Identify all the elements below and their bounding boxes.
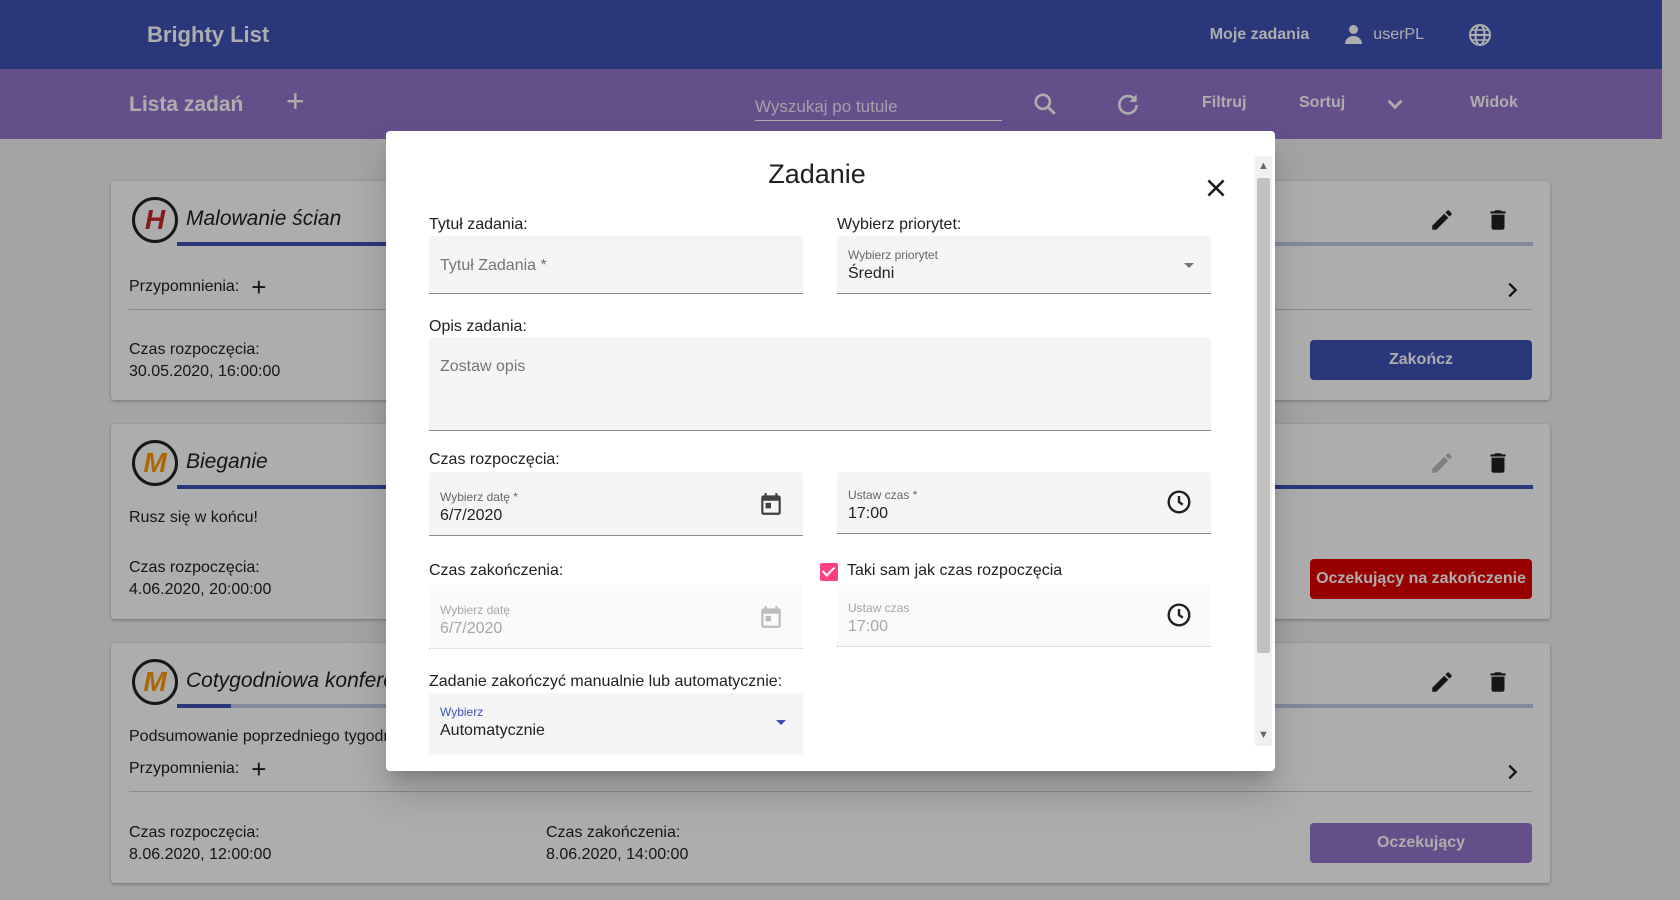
dropdown-arrow-icon [1184,263,1194,268]
start-time-label: Czas rozpoczęcia: [429,451,560,468]
end-time-label: Czas zakończenia: [429,562,564,579]
task-dialog: Zadanie ▲ ▼ Tytuł zadania: Tytuł Zadania… [386,131,1275,771]
dialog-title: Zadanie [768,159,866,189]
description-placeholder: Zostaw opis [440,358,526,375]
start-date-float-label: Wybierz datę * [440,490,518,504]
dropdown-arrow-icon [776,720,786,725]
task-title-placeholder: Tytuł Zadania * [440,257,547,274]
end-date-value: 6/7/2020 [440,620,503,637]
same-as-start-label[interactable]: Taki sam jak czas rozpoczęcia [847,562,1062,580]
start-time-field[interactable]: Ustaw czas * 17:00 [837,472,1211,534]
scroll-up-arrow[interactable]: ▲ [1256,159,1271,174]
completion-float-label: Wybierz [440,705,484,719]
completion-mode-label: Zadanie zakończyć manualnie lub automaty… [429,673,783,690]
description-field[interactable]: Zostaw opis [429,337,1211,431]
scrollbar-thumb[interactable] [1257,178,1270,653]
task-title-field[interactable]: Tytuł Zadania * [429,236,803,294]
priority-label: Wybierz priorytet: [837,216,962,233]
start-date-field[interactable]: Wybierz datę * 6/7/2020 [429,472,803,536]
close-icon[interactable] [1203,175,1229,201]
start-date-value: 6/7/2020 [440,507,503,524]
same-as-start-checkbox[interactable] [820,563,838,581]
task-title-label: Tytuł zadania: [429,216,528,233]
priority-float-label: Wybierz priorytet [848,248,938,262]
end-time-field: Ustaw czas 17:00 [837,585,1211,647]
end-date-field: Wybierz datę 6/7/2020 [429,585,803,649]
description-label: Opis zadania: [429,318,527,335]
start-time-value: 17:00 [848,505,889,522]
calendar-icon[interactable] [758,491,784,517]
end-time-value: 17:00 [848,618,889,635]
scroll-down-arrow[interactable]: ▼ [1256,728,1271,743]
end-time-float-label: Ustaw czas [848,601,910,615]
clock-icon[interactable] [1166,489,1192,515]
completion-mode-select[interactable]: Wybierz Automatycznie [429,693,803,755]
end-date-float-label: Wybierz datę [440,603,510,617]
clock-icon[interactable] [1166,602,1192,628]
calendar-icon [761,606,781,628]
completion-value: Automatycznie [440,722,545,739]
priority-value: Średni [848,265,895,282]
priority-select[interactable]: Wybierz priorytet Średni [837,236,1211,294]
start-time-float-label: Ustaw czas * [848,488,918,502]
